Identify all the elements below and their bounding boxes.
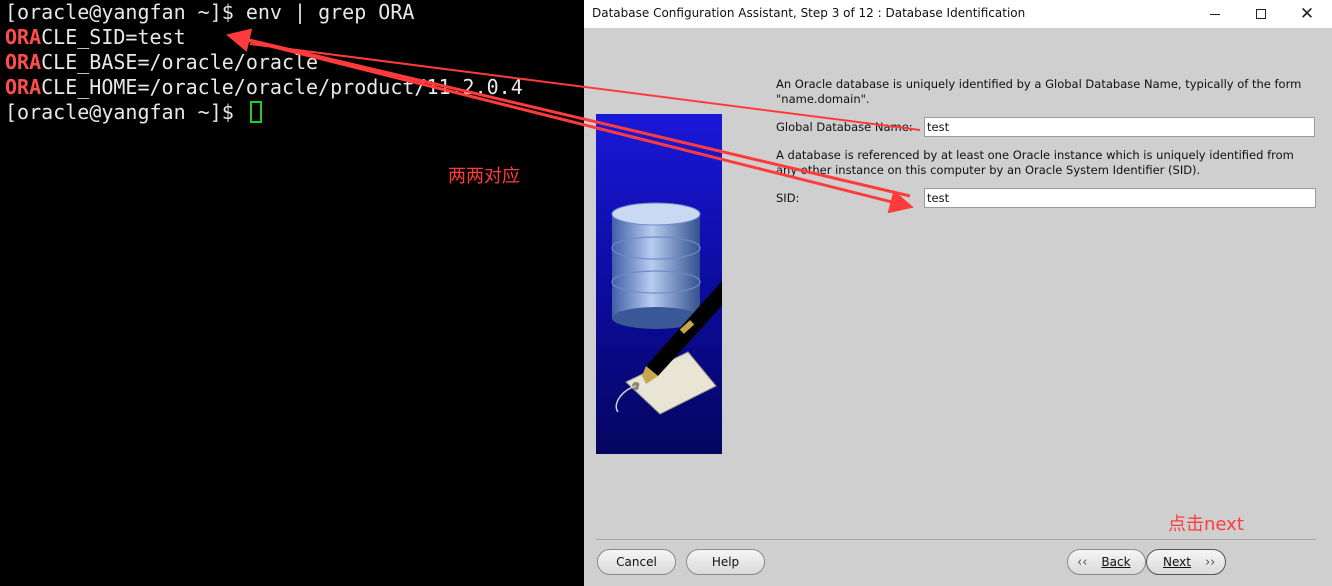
click-next-annotation: 点击next bbox=[1168, 514, 1244, 535]
maximize-button[interactable] bbox=[1238, 0, 1284, 28]
sid-label: SID: bbox=[776, 191, 800, 205]
maximize-icon bbox=[1256, 9, 1266, 19]
terminal-prompt: [oracle@yangfan ~]$ bbox=[5, 100, 246, 124]
global-db-name-label: Global Database Name: bbox=[776, 120, 913, 134]
next-button-label: Next bbox=[1163, 555, 1191, 569]
close-icon: ✕ bbox=[1299, 3, 1315, 24]
intro-text: An Oracle database is uniquely identifie… bbox=[776, 77, 1302, 106]
database-pen-illustration-icon bbox=[596, 114, 722, 454]
next-button[interactable]: Next ›› bbox=[1146, 549, 1226, 575]
terminal-line-3-text: CLE_BASE=/oracle/oracle bbox=[41, 50, 319, 74]
terminal-line-2: ORACLE_SID=test bbox=[5, 25, 584, 50]
chevron-right-icon: ›› bbox=[1204, 554, 1216, 570]
terminal-line-1-text: [oracle@yangfan ~]$ env | grep ORA bbox=[5, 0, 415, 24]
help-button[interactable]: Help bbox=[686, 549, 765, 575]
minimize-icon bbox=[1210, 13, 1220, 15]
terminal-cursor bbox=[249, 101, 262, 123]
close-button[interactable]: ✕ bbox=[1284, 0, 1330, 28]
terminal-window[interactable]: [oracle@yangfan ~]$ env | grep ORA ORACL… bbox=[0, 0, 584, 586]
terminal-line-2-highlight: ORA bbox=[5, 25, 42, 49]
terminal-line-4: ORACLE_HOME=/oracle/oracle/product/11.2.… bbox=[5, 75, 584, 100]
cancel-button-label: Cancel bbox=[616, 555, 657, 569]
title-bar: Database Configuration Assistant, Step 3… bbox=[584, 0, 1332, 28]
database-illustration bbox=[596, 114, 722, 454]
back-button-label: Back bbox=[1101, 555, 1131, 569]
cancel-button[interactable]: Cancel bbox=[597, 549, 676, 575]
global-db-name-input[interactable] bbox=[924, 117, 1315, 137]
button-separator bbox=[596, 539, 1316, 540]
terminal-line-3-highlight: ORA bbox=[5, 50, 42, 74]
dbca-dialog: Database Configuration Assistant, Step 3… bbox=[584, 0, 1332, 586]
back-button[interactable]: ‹‹ Back bbox=[1067, 549, 1146, 575]
match-annotation: 两两对应 bbox=[448, 166, 520, 187]
terminal-line-3: ORACLE_BASE=/oracle/oracle bbox=[5, 50, 584, 75]
sid-input[interactable] bbox=[924, 188, 1316, 208]
help-button-label: Help bbox=[711, 555, 740, 569]
minimize-button[interactable] bbox=[1192, 0, 1238, 28]
terminal-line-2-text: CLE_SID=test bbox=[41, 25, 186, 49]
terminal-line-4-highlight: ORA bbox=[5, 75, 42, 99]
chevron-left-icon: ‹‹ bbox=[1077, 554, 1088, 570]
terminal-line-4-text: CLE_HOME=/oracle/oracle/product/11.2.0.4 bbox=[41, 75, 523, 99]
window-title: Database Configuration Assistant, Step 3… bbox=[592, 6, 1026, 20]
terminal-line-5: [oracle@yangfan ~]$ bbox=[5, 100, 584, 125]
sid-intro-text: A database is referenced by at least one… bbox=[776, 148, 1294, 177]
terminal-line-1: [oracle@yangfan ~]$ env | grep ORA bbox=[5, 0, 584, 25]
